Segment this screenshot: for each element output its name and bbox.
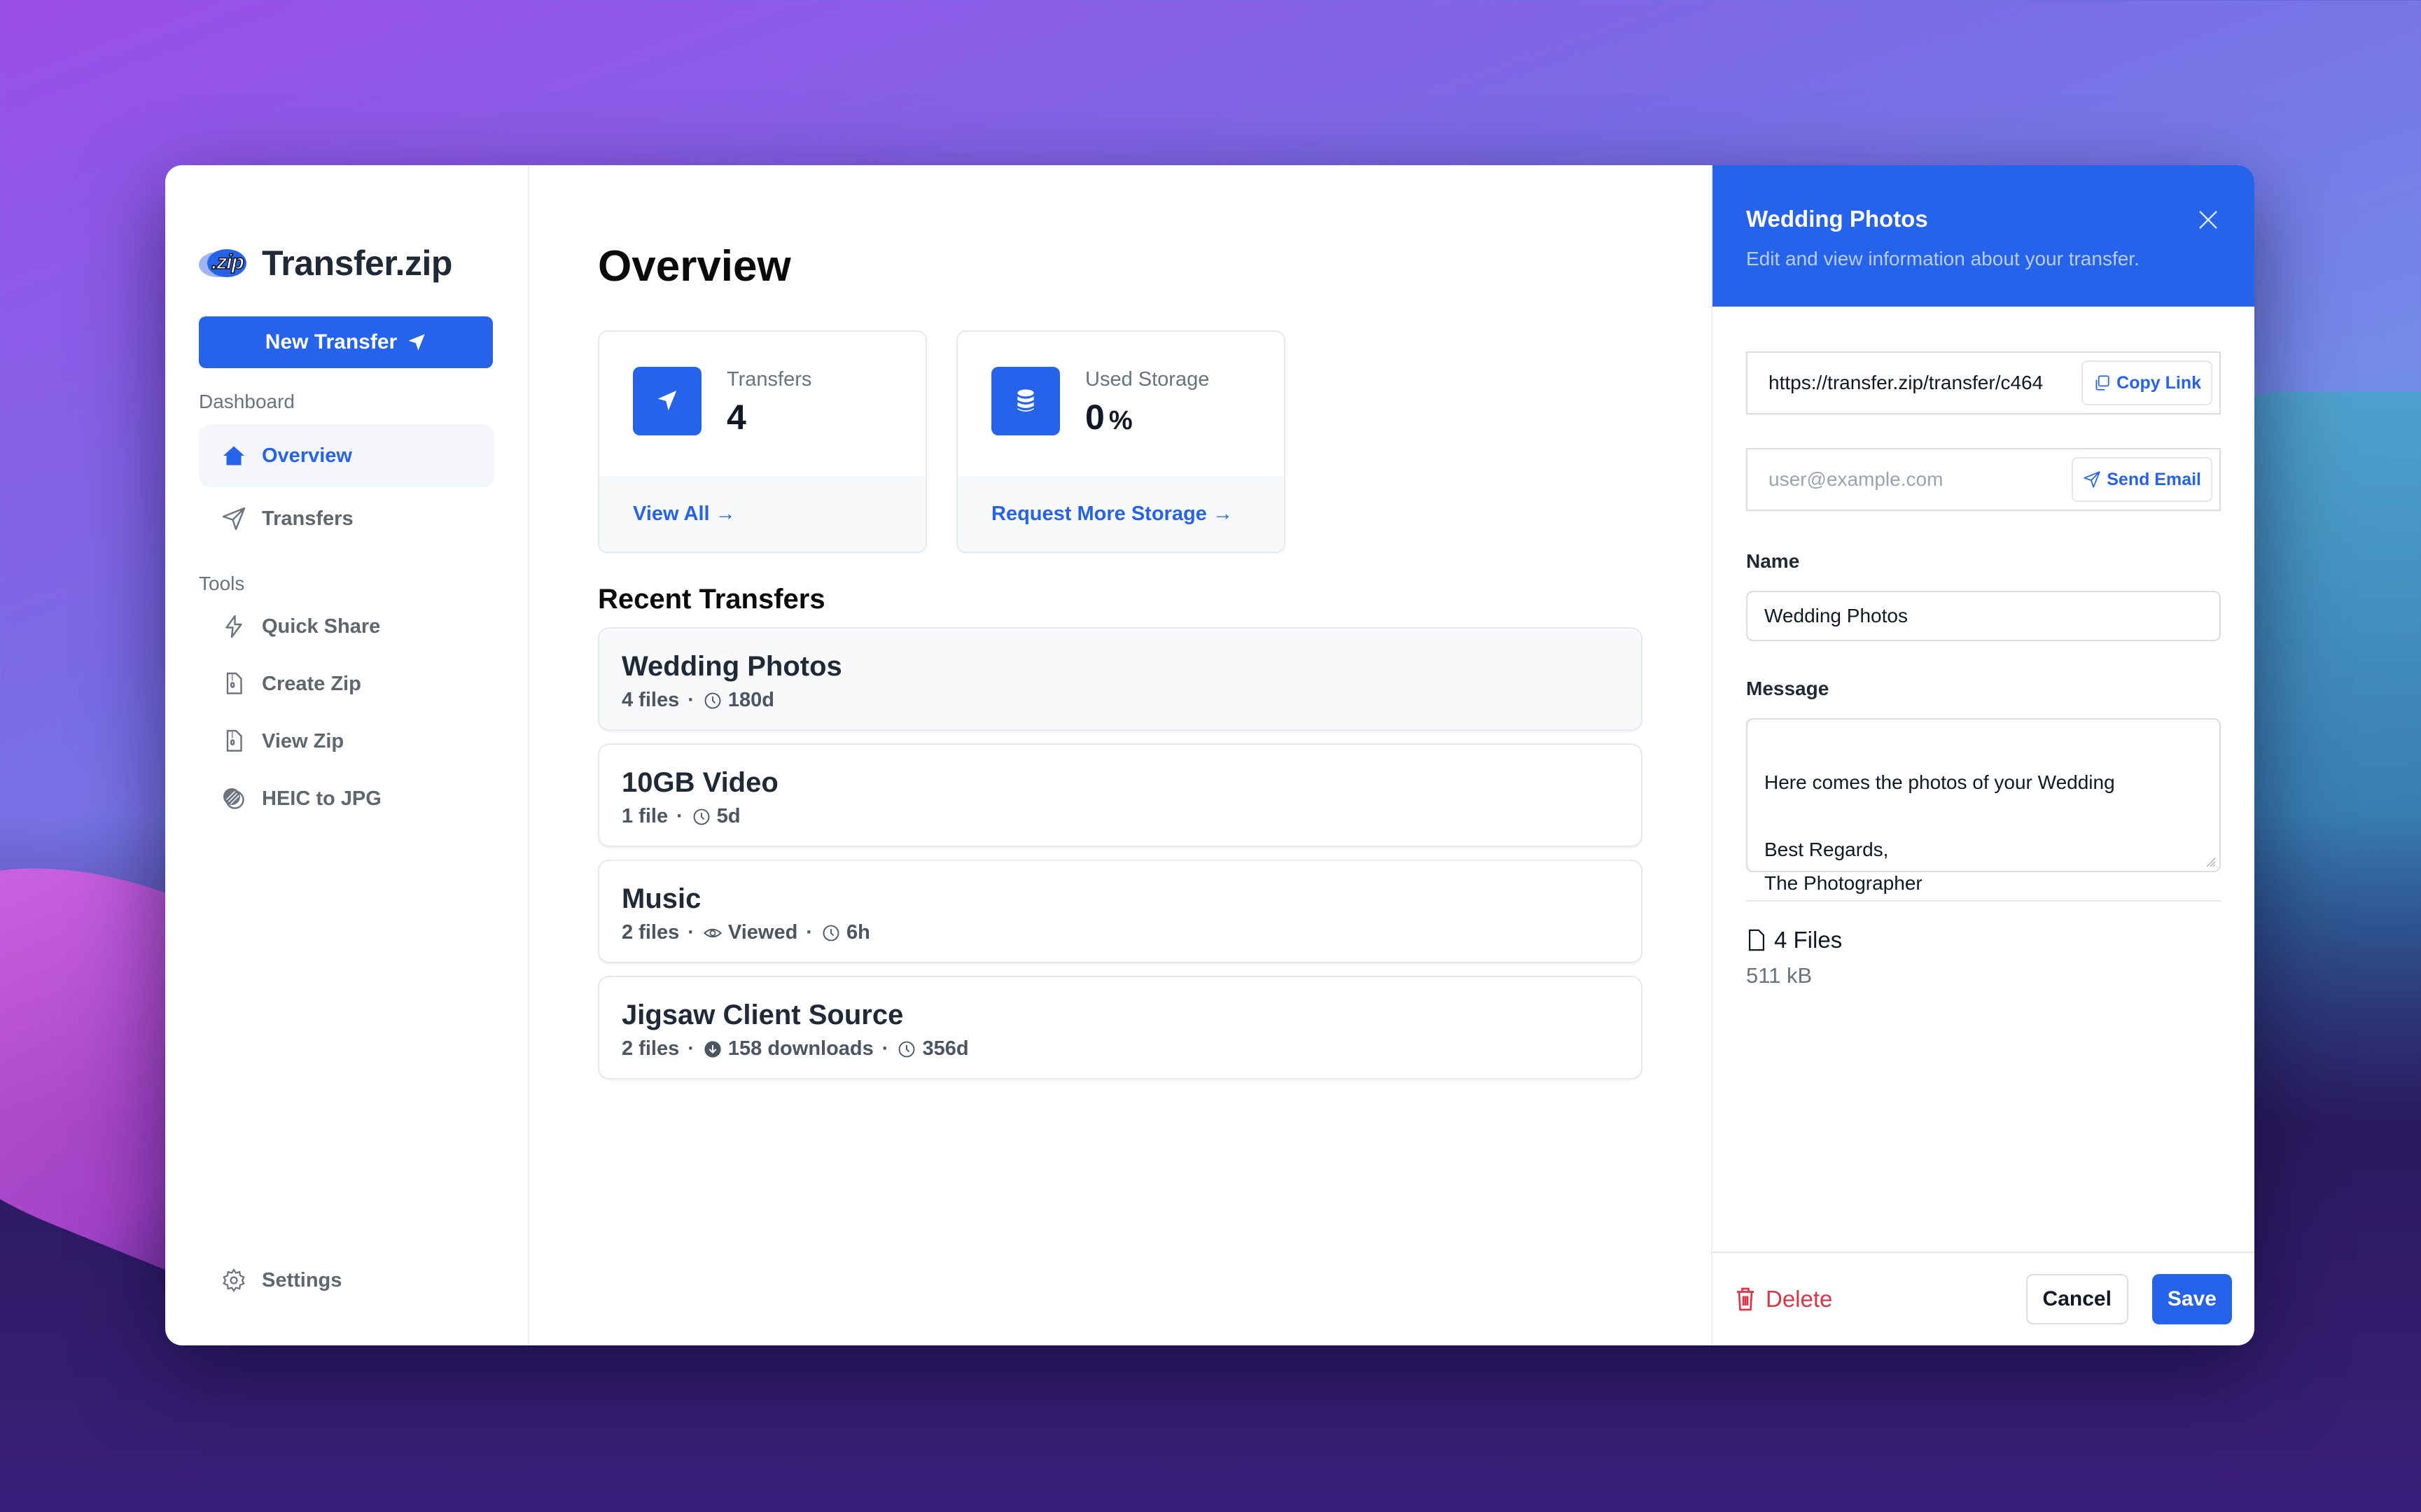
new-transfer-button[interactable]: New Transfer	[199, 316, 493, 368]
sidebar-item-label: Quick Share	[262, 615, 381, 638]
sidebar-item-view-zip[interactable]: View Zip	[199, 713, 494, 770]
new-transfer-label: New Transfer	[265, 330, 398, 354]
email-field: user@example.com Send Email	[1746, 448, 2221, 511]
zip-file-icon	[226, 729, 242, 752]
eye-icon	[703, 928, 722, 937]
trash-icon	[1737, 1287, 1754, 1311]
sidebar-item-heic-to-jpg[interactable]: HEIC to JPG	[199, 770, 494, 827]
database-icon	[991, 367, 1060, 435]
sidebar-item-label: HEIC to JPG	[262, 787, 382, 810]
panel-footer: Delete Cancel Save	[1712, 1252, 2254, 1345]
transfer-name: 10GB Video	[622, 767, 779, 798]
gear-icon	[223, 1268, 245, 1293]
transfer-meta: 2 files · Viewed · 6h	[622, 921, 870, 944]
panel-subtitle: Edit and view information about your tra…	[1746, 248, 2140, 270]
transfer-meta: 2 files · 158 downloads · 356d	[622, 1037, 969, 1060]
files-size: 511 kB	[1746, 963, 1813, 988]
panel-title: Wedding Photos	[1746, 206, 1928, 232]
message-label: Message	[1746, 678, 1829, 699]
delete-button[interactable]: Delete	[1735, 1286, 1832, 1312]
transfer-meta: 1 file · 5d	[622, 805, 741, 827]
request-storage-link[interactable]: Request More Storage →	[958, 476, 1284, 552]
email-input[interactable]: user@example.com	[1768, 468, 1943, 491]
stat-value: 4	[727, 398, 746, 437]
sidebar-item-label: Settings	[262, 1268, 342, 1292]
close-icon[interactable]	[2196, 207, 2221, 232]
tools-section-label: Tools	[199, 573, 245, 594]
sidebar-item-label: Create Zip	[262, 672, 361, 695]
sidebar-item-label: Overview	[262, 444, 352, 467]
bolt-icon	[225, 615, 242, 638]
divider	[1746, 900, 2221, 902]
files-count: 4 Files	[1746, 927, 2221, 953]
name-label: Name	[1746, 550, 1800, 572]
stat-card-transfers: Transfers 4 View All →	[598, 330, 927, 553]
paper-plane-icon	[633, 367, 702, 435]
stats-row: Transfers 4 View All → Used Storage 0% R…	[598, 330, 1642, 553]
app-window: .zip Transfer.zip New Transfer Dashboard…	[165, 165, 2254, 1345]
save-button[interactable]: Save	[2151, 1274, 2232, 1324]
stat-label: Used Storage	[1085, 368, 1210, 391]
paper-plane-icon	[408, 334, 425, 351]
view-all-link[interactable]: View All →	[599, 476, 926, 552]
stat-label: Transfers	[727, 368, 812, 391]
transfer-meta: 4 files · 180d	[622, 689, 774, 711]
transfer-item[interactable]: Wedding Photos 4 files · 180d	[598, 627, 1642, 731]
stat-value: 0%	[1085, 398, 1133, 437]
transfer-list: Wedding Photos 4 files · 180d 10GB Video …	[598, 627, 1642, 1079]
transfer-item[interactable]: 10GB Video 1 file · 5d	[598, 743, 1642, 847]
sidebar-item-transfers[interactable]: Transfers	[199, 487, 494, 550]
brand[interactable]: .zip Transfer.zip	[199, 241, 494, 286]
sidebar-item-label: View Zip	[262, 729, 344, 752]
transfer-item[interactable]: Jigsaw Client Source 2 files · 158 downlo…	[598, 976, 1642, 1079]
clock-icon	[823, 925, 839, 941]
dashboard-section-label: Dashboard	[199, 391, 295, 412]
share-link-field: https://transfer.zip/transfer/c464 Copy …	[1746, 351, 2221, 414]
resize-handle-icon[interactable]	[2203, 854, 2217, 868]
sidebar-item-quick-share[interactable]: Quick Share	[199, 598, 494, 655]
clock-icon	[693, 808, 710, 825]
stat-card-storage: Used Storage 0% Request More Storage →	[956, 330, 1285, 553]
brand-logo-icon: .zip	[199, 248, 256, 279]
message-textarea[interactable]: Here comes the photos of your Wedding Be…	[1746, 718, 2221, 894]
transfer-name: Jigsaw Client Source	[622, 1000, 904, 1030]
transfer-item[interactable]: Music 2 files · Viewed · 6h	[598, 860, 1642, 963]
paper-plane-icon	[2084, 471, 2100, 488]
transfer-name: Music	[622, 883, 702, 914]
transfer-name: Wedding Photos	[622, 651, 842, 682]
name-input[interactable]: Wedding Photos	[1746, 591, 2221, 641]
sidebar: .zip Transfer.zip New Transfer Dashboard…	[165, 165, 529, 1345]
share-link-input[interactable]: https://transfer.zip/transfer/c464	[1768, 372, 2063, 394]
main-content: Overview Transfers 4 View All → Used Sto…	[529, 165, 1711, 1345]
recent-transfers-title: Recent Transfers	[598, 584, 825, 615]
panel-header: Wedding Photos Edit and view information…	[1712, 165, 2254, 307]
sidebar-item-settings[interactable]: Settings	[199, 1249, 493, 1312]
page-title: Overview	[598, 242, 791, 290]
send-email-button[interactable]: Send Email	[2072, 457, 2212, 502]
clock-icon	[704, 692, 721, 708]
file-icon	[1748, 929, 1765, 951]
paper-plane-icon	[222, 507, 246, 531]
sidebar-item-label: Transfers	[262, 507, 354, 530]
copy-link-button[interactable]: Copy Link	[2081, 360, 2212, 405]
download-circle-icon	[704, 1040, 721, 1058]
image-convert-icon	[223, 788, 244, 809]
brand-name: Transfer.zip	[262, 244, 452, 283]
zip-file-icon	[226, 672, 242, 694]
transfer-detail-panel: Wedding Photos Edit and view information…	[1711, 165, 2254, 1345]
sidebar-item-overview[interactable]: Overview	[199, 424, 494, 487]
copy-icon	[2095, 375, 2109, 391]
cancel-button[interactable]: Cancel	[2025, 1274, 2128, 1324]
home-icon	[223, 446, 244, 465]
clock-icon	[899, 1041, 915, 1057]
sidebar-item-create-zip[interactable]: Create Zip	[199, 655, 494, 713]
